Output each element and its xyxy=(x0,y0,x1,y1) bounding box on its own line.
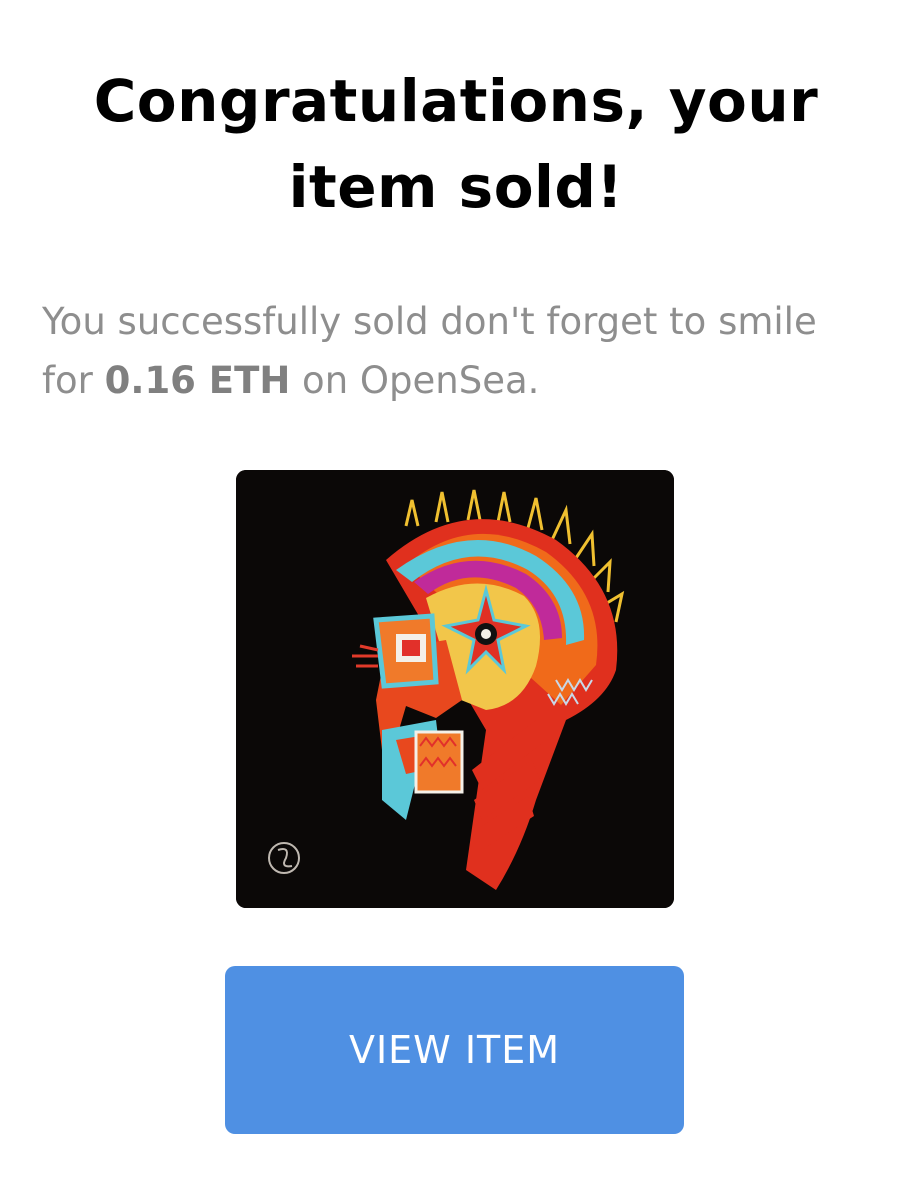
headline-line-2: item sold! xyxy=(288,153,624,221)
abstract-head-artwork-icon xyxy=(236,470,674,908)
sale-headline: Congratulations, your item sold! xyxy=(0,58,912,230)
sold-item-image[interactable] xyxy=(236,470,674,908)
headline-line-1: Congratulations, your xyxy=(93,67,819,135)
sale-price: 0.16 ETH xyxy=(104,359,291,402)
view-item-button[interactable]: VIEW ITEM xyxy=(225,966,684,1134)
sale-message: You successfully sold don't forget to sm… xyxy=(42,292,872,410)
message-suffix: on OpenSea. xyxy=(290,359,540,402)
